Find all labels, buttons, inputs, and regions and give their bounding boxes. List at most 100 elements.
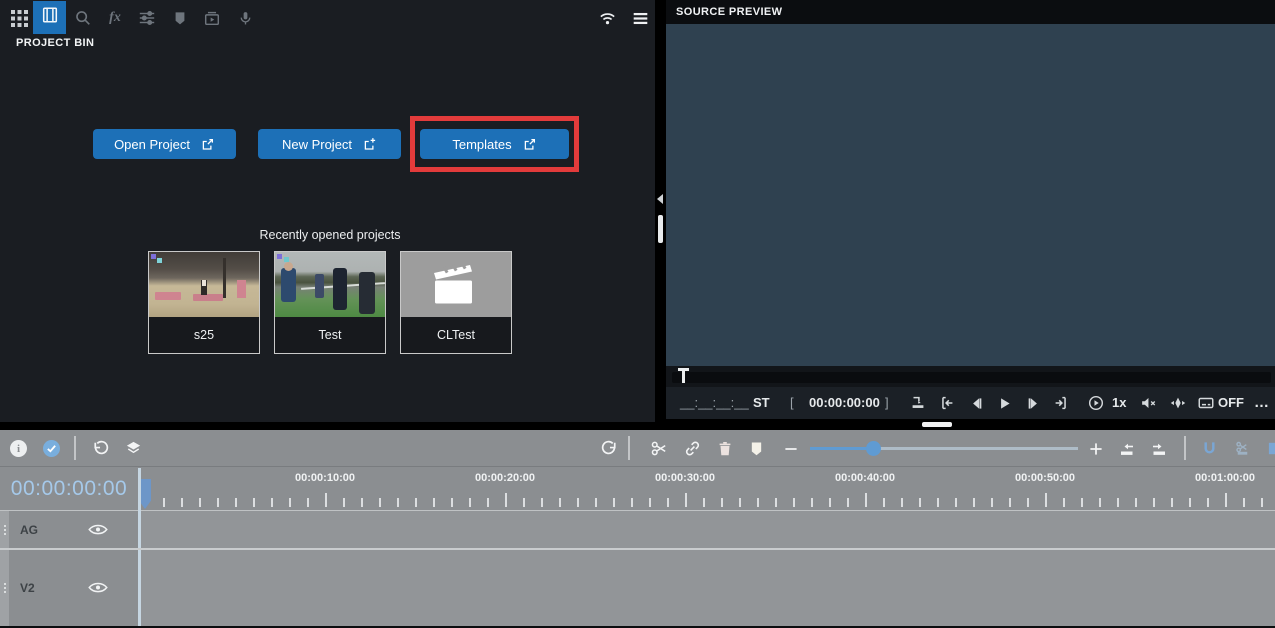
captions-state-label[interactable]: OFF xyxy=(1218,387,1244,419)
edge-tool-icon[interactable] xyxy=(1266,438,1275,459)
step-back-icon[interactable] xyxy=(966,393,986,413)
history-restore-icon[interactable] xyxy=(599,438,620,459)
ruler-tick xyxy=(1225,493,1227,507)
effects-icon[interactable]: fx xyxy=(104,7,126,29)
layers-icon[interactable] xyxy=(123,438,144,459)
captions-icon[interactable] xyxy=(1196,393,1216,413)
preview-current-timecode: 00:00:00:00 xyxy=(809,395,880,410)
zoom-out-icon[interactable] xyxy=(780,438,801,459)
insert-right-icon[interactable] xyxy=(1148,438,1169,459)
insert-left-icon[interactable] xyxy=(1116,438,1137,459)
razor-tool-icon[interactable] xyxy=(1232,438,1253,459)
audio-scrub-icon[interactable] xyxy=(1168,393,1188,413)
track-visibility-eye-icon[interactable] xyxy=(88,580,108,596)
ruler-tick xyxy=(199,498,201,507)
track-row: AG xyxy=(0,511,1275,548)
splitter-drag-handle[interactable] xyxy=(658,215,663,243)
timeline-current-timecode: 00:00:00:00 xyxy=(10,477,128,500)
project-name: CLTest xyxy=(401,317,511,353)
ruler-tick xyxy=(217,498,219,507)
source-preview-panel: SOURCE PREVIEW __:__:__:__ ST [ 00:00:00… xyxy=(666,0,1275,419)
export-bin-icon[interactable] xyxy=(201,7,223,29)
apps-grid-icon[interactable] xyxy=(8,7,30,29)
ruler-tick xyxy=(793,498,795,507)
ruler-scale[interactable]: 00:00:10:00 00:00:20:00 00:00:30:00 00:00:4… xyxy=(138,468,1275,510)
track-drag-handle[interactable] xyxy=(0,511,9,548)
templates-button[interactable]: Templates xyxy=(420,129,569,159)
track-row: V2 xyxy=(0,550,1275,626)
new-project-button[interactable]: New Project xyxy=(258,129,401,159)
more-options-icon[interactable]: … xyxy=(1254,387,1269,419)
mute-icon[interactable] xyxy=(1138,393,1158,413)
preview-scrubber[interactable] xyxy=(666,366,1275,387)
ruler-tick xyxy=(235,498,237,507)
ruler-tick xyxy=(451,498,453,507)
marker-flag-icon[interactable] xyxy=(746,438,767,459)
speed-value-label[interactable]: 1x xyxy=(1112,387,1126,419)
goto-mark-in-icon[interactable] xyxy=(937,393,957,413)
collapse-panel-arrow[interactable] xyxy=(657,194,663,204)
wifi-icon[interactable] xyxy=(596,7,618,29)
play-icon[interactable] xyxy=(994,393,1014,413)
track-content[interactable] xyxy=(141,550,1275,626)
microphone-icon[interactable] xyxy=(234,7,256,29)
ruler-tick xyxy=(1009,498,1011,507)
ruler-label: 00:00:20:00 xyxy=(475,472,535,484)
overwrite-edit-icon[interactable] xyxy=(908,393,928,413)
recent-project-card[interactable]: Test xyxy=(274,251,386,354)
goto-mark-out-icon[interactable] xyxy=(1051,393,1071,413)
ruler-tick xyxy=(487,498,489,507)
delete-trash-icon[interactable] xyxy=(714,438,735,459)
ruler-tick xyxy=(901,498,903,507)
step-forward-icon[interactable] xyxy=(1023,393,1043,413)
timeline-splitter-handle[interactable] xyxy=(922,422,952,427)
snap-magnet-icon[interactable] xyxy=(1199,438,1220,459)
project-bin-tab[interactable] xyxy=(33,1,66,34)
track-content[interactable] xyxy=(141,511,1275,548)
ruler-tick xyxy=(379,498,381,507)
clapperboard-icon xyxy=(401,252,511,317)
zoom-in-icon[interactable] xyxy=(1085,438,1106,459)
marker-shield-icon[interactable] xyxy=(169,7,191,29)
ruler-tick xyxy=(1153,498,1155,507)
timeline-zoom-slider[interactable] xyxy=(810,447,1078,450)
recent-project-card[interactable]: s25 xyxy=(148,251,260,354)
ruler-tick xyxy=(1117,498,1119,507)
ruler-tick xyxy=(631,498,633,507)
track-header: AG xyxy=(0,511,138,548)
open-project-button[interactable]: Open Project xyxy=(93,129,236,159)
zoom-slider-knob[interactable] xyxy=(866,441,881,456)
ruler-tick xyxy=(991,498,993,507)
ruler-tick xyxy=(703,498,705,507)
ruler-tick xyxy=(811,498,813,507)
cut-scissors-icon[interactable] xyxy=(649,438,670,459)
ruler-tick xyxy=(829,498,831,507)
track-visibility-eye-icon[interactable] xyxy=(88,522,108,538)
timeline-ruler[interactable]: 00:00:00:00 00:00:10:00 00:00:20:00 00:00:… xyxy=(0,468,1275,511)
source-preview-viewer[interactable] xyxy=(666,24,1275,366)
source-preview-title: SOURCE PREVIEW xyxy=(676,6,783,18)
ruler-tick xyxy=(397,498,399,507)
scrubber-playhead[interactable] xyxy=(678,368,689,384)
project-thumbnail xyxy=(275,252,385,317)
playback-speed-icon[interactable] xyxy=(1086,393,1106,413)
track-name: V2 xyxy=(20,581,35,595)
select-check-icon[interactable] xyxy=(41,438,62,459)
track-drag-handle[interactable] xyxy=(0,550,9,626)
unlink-icon[interactable] xyxy=(682,438,703,459)
timeline-tracks: AG V2 xyxy=(0,511,1275,626)
ruler-tick xyxy=(1261,498,1263,507)
search-icon[interactable] xyxy=(72,7,94,29)
adjust-sliders-icon[interactable] xyxy=(136,7,158,29)
ruler-tick xyxy=(973,498,975,507)
ruler-tick xyxy=(649,498,651,507)
ruler-tick xyxy=(955,498,957,507)
menu-icon[interactable] xyxy=(629,7,651,29)
undo-icon[interactable] xyxy=(90,438,111,459)
recent-projects-title: Recently opened projects xyxy=(259,228,401,242)
scrubber-track[interactable] xyxy=(672,372,1271,383)
info-icon[interactable]: i xyxy=(8,438,29,459)
recent-project-card[interactable]: CLTest xyxy=(400,251,512,354)
project-thumbnail xyxy=(149,252,259,317)
ruler-label: 00:00:10:00 xyxy=(295,472,355,484)
